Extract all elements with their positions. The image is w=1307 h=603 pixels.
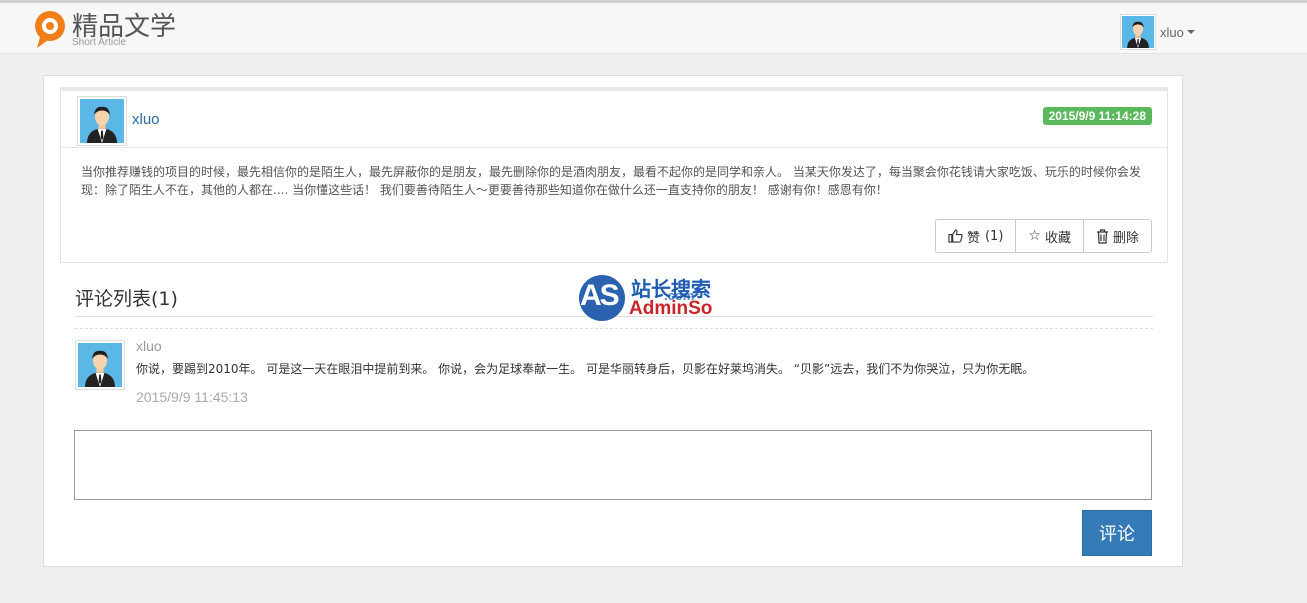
avatar-icon <box>78 343 122 387</box>
favorite-button[interactable]: ☆ 收藏 <box>1015 219 1084 253</box>
divider <box>75 328 1153 329</box>
comments-title: 评论列表(1) <box>75 288 178 310</box>
delete-label: 删除 <box>1112 230 1139 246</box>
submit-comment-button[interactable]: 评论 <box>1082 510 1152 556</box>
comment-author-avatar[interactable] <box>75 340 125 390</box>
chevron-down-icon <box>1186 30 1195 34</box>
top-navbar: 精品文学 Short Article xluo <box>0 0 1307 54</box>
like-label: 赞 <box>966 230 980 246</box>
logo-icon <box>35 11 65 48</box>
thumbs-up-icon <box>948 229 963 243</box>
post-author-link[interactable]: xluo <box>132 111 160 128</box>
delete-button[interactable]: 删除 <box>1082 219 1152 253</box>
avatar-icon <box>80 99 124 143</box>
avatar-icon <box>1122 16 1154 48</box>
comment-text: 你说，要踢到2010年。 可是这一天在眼泪中提前到来。 你说，会为足球奉献一生。… <box>136 362 1035 376</box>
brand-subtitle: Short Article <box>72 37 126 48</box>
watermark-mark: AS <box>580 279 620 312</box>
post-date-badge: 2015/9/9 11:14:28 <box>1042 107 1152 125</box>
watermark-en: AdminSo <box>629 298 713 319</box>
user-menu[interactable]: xluo <box>1120 12 1195 52</box>
like-count: (1) <box>984 228 1004 244</box>
post-panel: xluo 2015/9/9 11:14:28 当你推荐赚钱的项目的时候，最先相信… <box>60 87 1168 263</box>
user-avatar <box>1120 14 1156 50</box>
site-logo[interactable]: 精品文学 Short Article <box>32 7 192 53</box>
divider <box>61 147 1167 148</box>
username: xluo <box>1160 24 1184 40</box>
watermark-logo: AS 站长搜索 .com AdminSo <box>579 273 729 323</box>
favorite-label: 收藏 <box>1044 230 1071 246</box>
trash-icon <box>1096 228 1108 244</box>
comment-time: 2015/9/9 11:45:13 <box>136 389 248 405</box>
post-action-group: 赞 (1) ☆ 收藏 删除 <box>934 219 1152 253</box>
star-icon: ☆ <box>1028 228 1041 244</box>
post-content: 当你推荐赚钱的项目的时候，最先相信你的是陌生人，最先屏蔽你的是朋友，最先删除你的… <box>81 165 1141 197</box>
post-author-avatar[interactable] <box>77 96 127 146</box>
like-button[interactable]: 赞 (1) <box>934 219 1017 253</box>
comment-input[interactable] <box>74 430 1152 500</box>
comment-author: xluo <box>136 338 162 354</box>
